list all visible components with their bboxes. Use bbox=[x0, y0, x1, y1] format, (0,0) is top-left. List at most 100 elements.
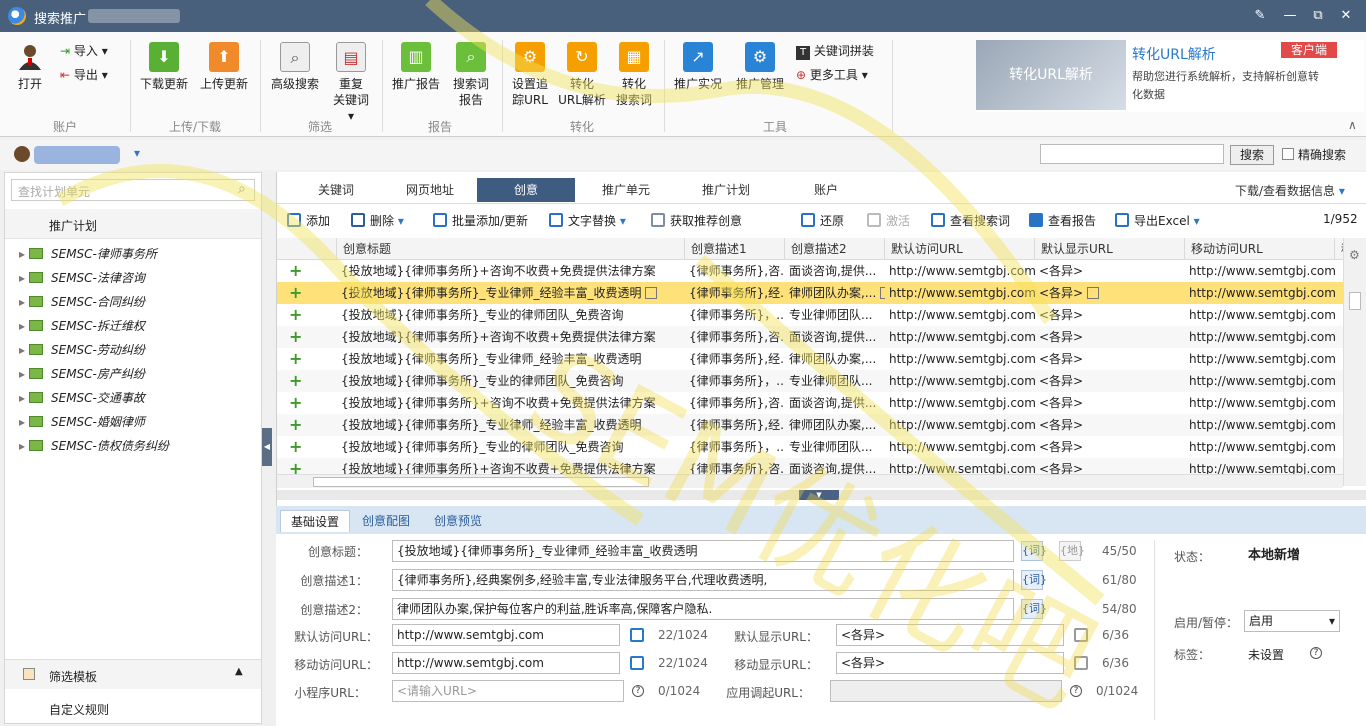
collapse-ribbon-icon[interactable]: ∧ bbox=[1348, 118, 1357, 132]
table-cell[interactable]: <各异> bbox=[1035, 326, 1185, 348]
open-link-icon[interactable] bbox=[630, 628, 644, 642]
table-cell[interactable]: http://www.semtgbj.com bbox=[1185, 392, 1335, 414]
expand-arrow-icon[interactable]: ▸ bbox=[19, 247, 29, 261]
collapse-up-icon[interactable]: ▲ bbox=[235, 666, 243, 677]
account-dropdown-icon[interactable]: ▾ bbox=[134, 146, 140, 160]
expand-arrow-icon[interactable]: ▸ bbox=[19, 439, 29, 453]
plan-tree-item[interactable]: ▸ SEMSC-房产纠纷 bbox=[19, 365, 145, 382]
app-call-url-input[interactable] bbox=[830, 680, 1062, 702]
table-cell[interactable]: {投放地域}{律师事务所}_专业律师_经验丰富_收费透明 bbox=[337, 414, 685, 436]
table-cell[interactable]: 面谈咨询,提供... bbox=[785, 260, 885, 282]
mini-program-url-input[interactable]: <请输入URL> bbox=[392, 680, 624, 702]
table-cell[interactable]: http://www.semtgbj.com bbox=[885, 260, 1035, 282]
table-cell[interactable]: {律师事务所},咨... bbox=[685, 326, 785, 348]
table-cell[interactable]: <各异> bbox=[1035, 370, 1185, 392]
exact-search-checkbox[interactable] bbox=[1282, 148, 1294, 160]
splitter-toggle-icon[interactable]: ▼ bbox=[799, 490, 839, 500]
table-cell[interactable]: {投放地域}{律师事务所}_专业的律师团队_免费咨询 bbox=[337, 304, 685, 326]
add-row-icon[interactable]: + bbox=[289, 437, 302, 456]
grid-header-cell[interactable]: 默认访问URL bbox=[885, 238, 1035, 260]
table-cell[interactable]: http://www.semtgbj.com bbox=[1185, 414, 1335, 436]
custom-rule-link[interactable]: 自定义规则 bbox=[49, 701, 109, 718]
title-input[interactable]: {投放地域}{律师事务所}_专业律师_经验丰富_收费透明 bbox=[392, 540, 1014, 562]
default-url-input[interactable]: http://www.semtgbj.com bbox=[392, 624, 620, 646]
mobile-url-input[interactable]: http://www.semtgbj.com bbox=[392, 652, 620, 674]
table-row[interactable]: + {投放地域}{律师事务所}+咨询不收费+免费提供法律方案 {律师事务所},咨..… bbox=[277, 326, 1343, 348]
grid-vertical-scrollbar[interactable]: ⚙ bbox=[1343, 238, 1366, 486]
table-cell[interactable]: {律师事务所}，... bbox=[685, 304, 785, 326]
table-cell[interactable]: {投放地域}{律师事务所}+咨询不收费+免费提供法律方案 bbox=[337, 392, 685, 414]
table-cell[interactable]: {律师事务所}，... bbox=[685, 370, 785, 392]
open-link-icon-4[interactable] bbox=[1074, 656, 1088, 670]
tab-creative-image[interactable]: 创意配图 bbox=[352, 510, 420, 532]
table-row[interactable]: + {投放地域}{律师事务所}+咨询不收费+免费提供法律方案 {律师事务所},咨..… bbox=[277, 260, 1343, 282]
add-row-icon[interactable]: + bbox=[289, 305, 302, 324]
table-cell[interactable]: 专业律师团队... bbox=[785, 304, 885, 326]
table-row[interactable]: + {投放地域}{律师事务所}_专业的律师团队_免费咨询 {律师事务所}，... 专业… bbox=[277, 436, 1343, 458]
global-search-input[interactable] bbox=[1040, 144, 1224, 164]
tab-0[interactable]: 关键词 bbox=[287, 178, 385, 202]
plan-tree-item[interactable]: ▸ SEMSC-劳动纠纷 bbox=[19, 341, 145, 358]
grid-header-cell[interactable]: 默认显示URL bbox=[1035, 238, 1185, 260]
table-cell[interactable]: {投放地域}{律师事务所}_专业律师_经验丰富_收费透明 bbox=[337, 348, 685, 370]
export-excel-button[interactable]: 导出Excel ▾ bbox=[1115, 212, 1200, 229]
table-cell[interactable]: http://www.semtgbj.com bbox=[885, 282, 1035, 304]
expand-arrow-icon[interactable]: ▸ bbox=[19, 367, 29, 381]
collapse-left-panel-button[interactable]: ◀ bbox=[262, 428, 272, 466]
table-cell[interactable]: http://www.semtgbj.com bbox=[885, 436, 1035, 458]
insert-word-button[interactable]: {词} bbox=[1021, 541, 1047, 561]
table-cell[interactable]: http://www.semtgbj.com bbox=[1185, 436, 1335, 458]
h-scroll-thumb[interactable] bbox=[313, 477, 649, 487]
desc1-input[interactable]: {律师事务所},经典案例多,经验丰富,专业法律服务平台,代理收费透明, bbox=[392, 569, 1014, 591]
insert-word-button-2[interactable]: {词} bbox=[1021, 570, 1047, 590]
plan-search-input[interactable]: 查找计划单元 ⌕ bbox=[11, 179, 255, 201]
table-cell[interactable]: 专业律师团队... bbox=[785, 436, 885, 458]
tab-2[interactable]: 创意 bbox=[477, 178, 575, 202]
activate-button[interactable]: 激活 bbox=[867, 212, 910, 229]
mobile-display-url-input[interactable]: <各异> bbox=[836, 652, 1064, 674]
tab-4[interactable]: 推广计划 bbox=[677, 178, 775, 202]
table-cell[interactable]: {投放地域}{律师事务所}_专业的律师团队_免费咨询 bbox=[337, 370, 685, 392]
table-cell[interactable]: {律师事务所},经... bbox=[685, 282, 785, 304]
tag-help-icon[interactable]: ? bbox=[1310, 647, 1322, 659]
table-cell[interactable]: {投放地域}{律师事务所}_专业律师_经验丰富_收费透明 bbox=[337, 282, 685, 304]
table-row[interactable]: + {投放地域}{律师事务所}_专业律师_经验丰富_收费透明 {律师事务所},经..… bbox=[277, 348, 1343, 370]
plan-tree-item[interactable]: ▸ SEMSC-交通事故 bbox=[19, 389, 145, 406]
table-cell[interactable]: 律师团队办案,... bbox=[785, 282, 885, 304]
add-row-icon[interactable]: + bbox=[289, 349, 302, 368]
batch-add-button[interactable]: 批量添加/更新 bbox=[433, 212, 528, 229]
import-button[interactable]: ⇥ 导入 ▾ bbox=[60, 42, 108, 59]
grid-header-cell[interactable]: 创意描述1 bbox=[685, 238, 785, 260]
table-cell[interactable]: http://www.semtgbj.com bbox=[885, 392, 1035, 414]
delete-button[interactable]: 删除 ▾ bbox=[351, 212, 404, 229]
default-display-url-input[interactable]: <各异> bbox=[836, 624, 1064, 646]
table-cell[interactable]: http://www.semtgbj.com bbox=[885, 370, 1035, 392]
add-button[interactable]: 添加 bbox=[287, 212, 330, 229]
insert-word-button-3[interactable]: {词} bbox=[1021, 599, 1047, 619]
open-link-icon-2[interactable] bbox=[1074, 628, 1088, 642]
table-cell[interactable]: <各异> bbox=[1035, 392, 1185, 414]
table-cell[interactable]: <各异> bbox=[1035, 414, 1185, 436]
insert-region-button[interactable]: {地} bbox=[1059, 541, 1085, 561]
global-search-button[interactable]: 搜索 bbox=[1230, 145, 1274, 165]
table-cell[interactable]: http://www.semtgbj.com bbox=[885, 414, 1035, 436]
open-link-icon-3[interactable] bbox=[630, 656, 644, 670]
fetch-recommend-button[interactable]: 获取推荐创意 bbox=[651, 212, 742, 229]
tab-1[interactable]: 网页地址 bbox=[381, 178, 479, 202]
table-cell[interactable]: http://www.semtgbj.com bbox=[885, 326, 1035, 348]
table-cell[interactable]: http://www.semtgbj.com bbox=[1185, 260, 1335, 282]
restore-button[interactable]: ⧉ bbox=[1308, 6, 1328, 26]
expand-arrow-icon[interactable]: ▸ bbox=[19, 343, 29, 357]
edit-cell-icon[interactable] bbox=[645, 287, 658, 299]
table-cell[interactable]: http://www.semtgbj.com bbox=[1185, 304, 1335, 326]
promo-card[interactable]: 转化URL解析 转化URL解析 客户端 帮助您进行系统解析，支持解析创意转化数据 bbox=[976, 40, 1364, 112]
tab-creative-preview[interactable]: 创意预览 bbox=[424, 510, 492, 532]
search-icon[interactable]: ⌕ bbox=[238, 181, 246, 197]
table-cell[interactable]: {律师事务所},经... bbox=[685, 348, 785, 370]
plan-tree-item[interactable]: ▸ SEMSC-婚姻律师 bbox=[19, 413, 145, 430]
grid-horizontal-scrollbar[interactable] bbox=[277, 474, 1343, 488]
table-cell[interactable]: 律师团队办案,... bbox=[785, 348, 885, 370]
keyword-assemble-button[interactable]: T 关键词拼装 bbox=[796, 42, 874, 60]
help-icon[interactable]: ? bbox=[632, 685, 644, 697]
tab-basic-settings[interactable]: 基础设置 bbox=[280, 510, 351, 532]
